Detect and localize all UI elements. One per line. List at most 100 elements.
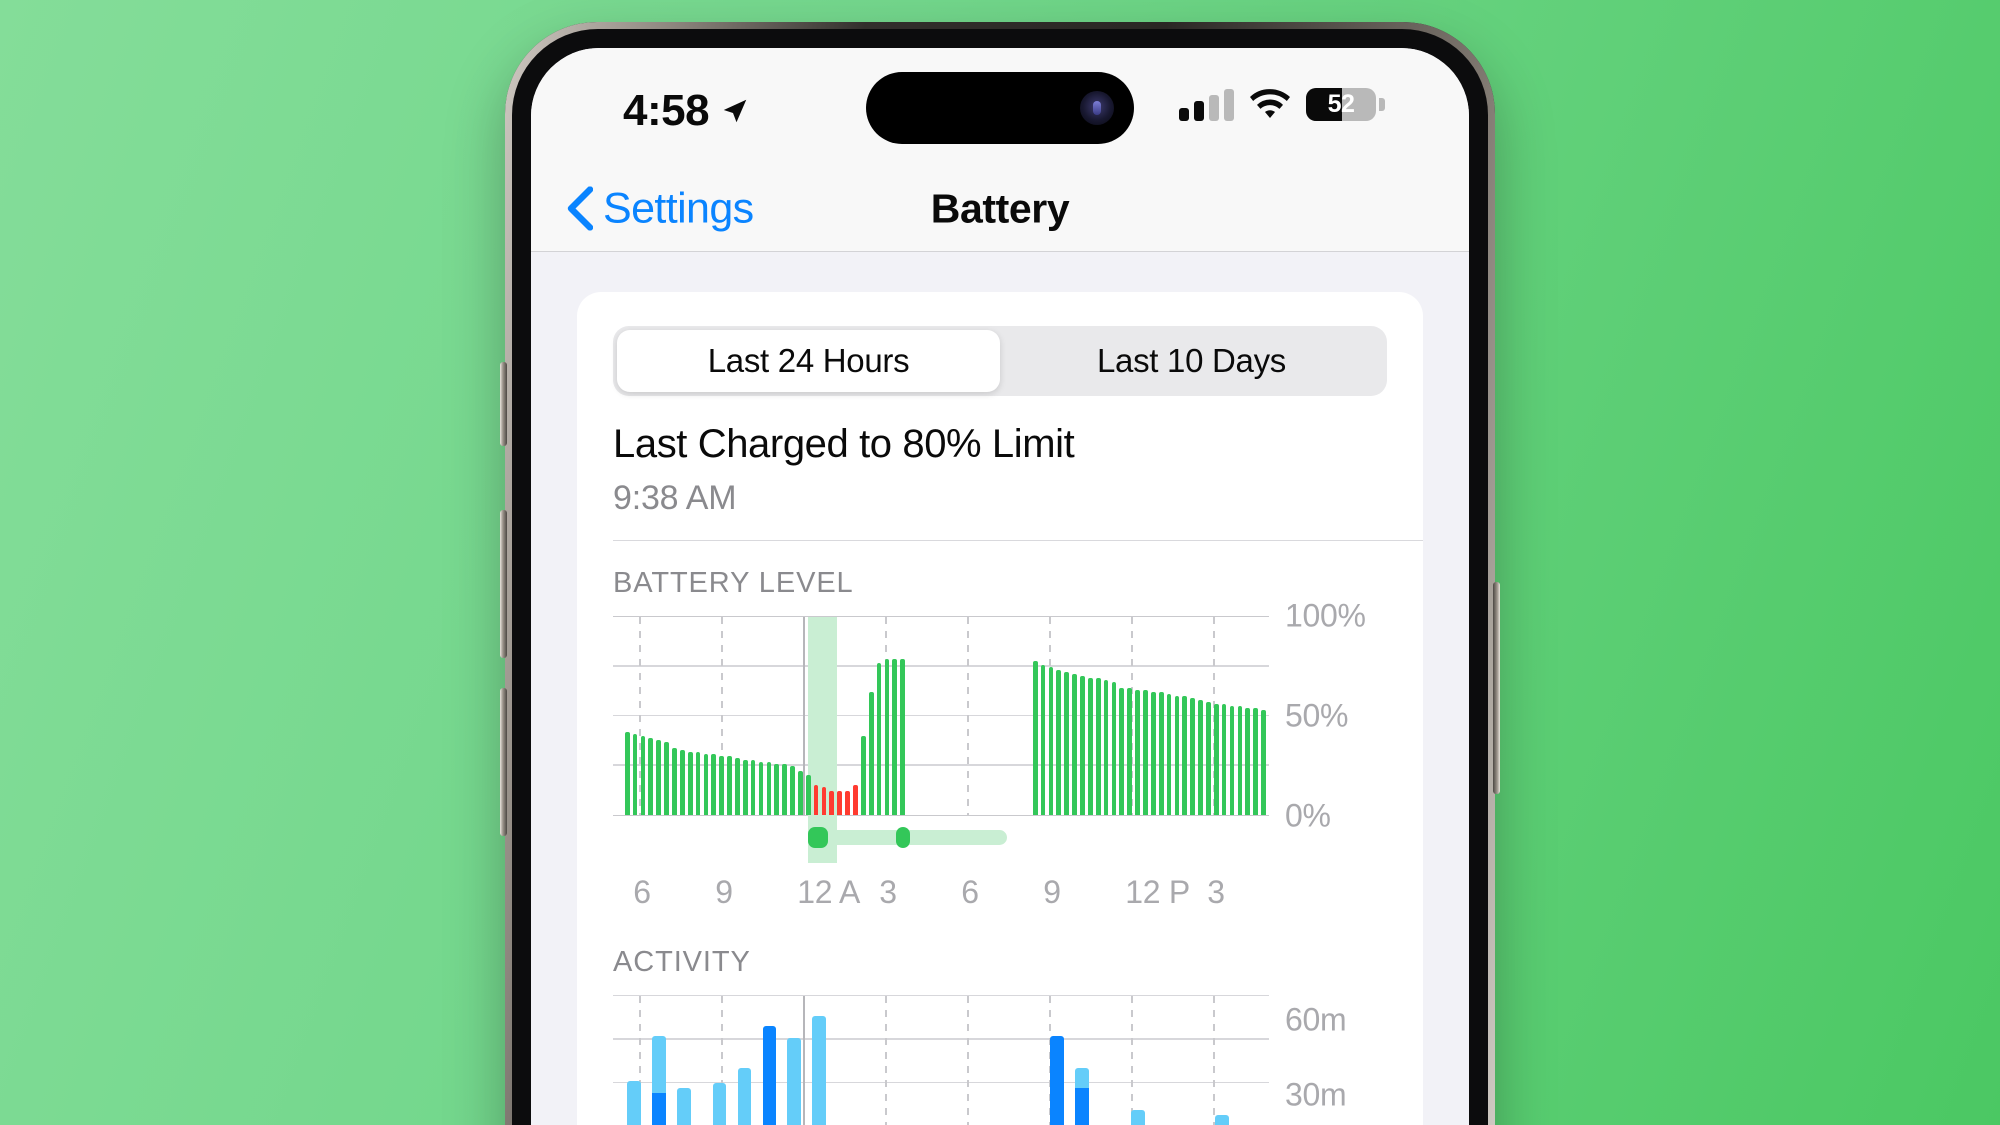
page-title: Battery: [930, 185, 1070, 231]
battery-level-bar: [687, 751, 693, 815]
battery-level-bar: [821, 787, 827, 815]
battery-level-bar: [884, 658, 890, 815]
action-button[interactable]: [500, 362, 507, 446]
y-axis-tick-label: 30m: [1285, 1076, 1347, 1113]
battery-level-bar: [750, 759, 756, 815]
battery-card: Last 24 Hours Last 10 Days Last Charged …: [577, 292, 1423, 1125]
y-axis-tick-label: 0%: [1285, 797, 1331, 834]
gridline-vertical: [803, 617, 805, 815]
activity-bar: [1074, 1068, 1089, 1125]
battery-level-bar: [672, 747, 677, 815]
activity-screen-off-segment: [787, 1038, 802, 1125]
battery-level-bar: [1190, 698, 1195, 815]
battery-level-bar: [1166, 694, 1172, 815]
y-axis-tick-label: 50%: [1285, 697, 1349, 734]
activity-plot: [613, 994, 1269, 1125]
tab-last-10-days[interactable]: Last 10 Days: [1000, 330, 1383, 392]
battery-level-bar: [1229, 706, 1235, 815]
activity-bar: [1131, 1110, 1145, 1125]
battery-level-bar: [758, 761, 764, 815]
battery-level-bar: [1111, 682, 1117, 815]
battery-level-bar: [1080, 676, 1085, 815]
last-charged-title: Last Charged to 80% Limit: [613, 422, 1075, 466]
battery-level-bar: [805, 775, 811, 815]
activity-screen-on-segment: [652, 1092, 667, 1125]
battery-level-bar: [1087, 678, 1093, 815]
power-button[interactable]: [1493, 582, 1500, 794]
cellular-signal-icon: [1179, 88, 1234, 121]
gridline-vertical: [1213, 996, 1216, 1125]
battery-level-bar: [782, 763, 787, 815]
battery-level-bar: [679, 749, 685, 815]
activity-screen-on-segment: [1074, 1087, 1089, 1125]
activity-bar: [1049, 1035, 1064, 1125]
activity-screen-on-segment: [762, 1025, 777, 1125]
last-charged-time: 9:38 AM: [613, 479, 737, 517]
battery-level-bar: [1174, 696, 1180, 815]
battery-level-bar: [1150, 692, 1156, 815]
charging-marker: [896, 827, 910, 848]
battery-level-bar: [900, 658, 906, 815]
battery-level-bar: [1198, 700, 1203, 815]
gridline-horizontal: [613, 994, 1269, 996]
activity-y-axis: 60m 30m: [1269, 995, 1387, 1125]
battery-level-bar: [1127, 688, 1133, 815]
x-axis-tick-label: 9: [715, 874, 733, 910]
battery-level-bar: [1182, 696, 1188, 815]
activity-screen-off-segment: [1131, 1110, 1145, 1125]
battery-level-bar: [813, 785, 819, 815]
range-segmented-control[interactable]: Last 24 Hours Last 10 Days: [613, 326, 1387, 396]
battery-level-bar: [695, 751, 701, 815]
activity-screen-off-segment: [812, 1015, 827, 1125]
activity-bar: [712, 1083, 727, 1125]
battery-level-bar: [727, 755, 732, 815]
gridline-horizontal: [613, 665, 1269, 667]
battery-level-bar: [742, 759, 748, 815]
activity-screen-off-segment: [677, 1087, 692, 1125]
battery-level-bar: [656, 739, 661, 815]
activity-bar: [677, 1087, 692, 1125]
battery-level-bar: [719, 755, 724, 815]
battery-level-bar: [1095, 678, 1101, 815]
navigation-bar: Settings Battery: [531, 166, 1469, 252]
battery-level-bar: [766, 761, 772, 815]
battery-level-bar: [853, 785, 858, 815]
wifi-icon: [1250, 88, 1290, 118]
activity-bar: [737, 1068, 752, 1125]
battery-level-plot: [613, 616, 1269, 863]
activity-bar: [762, 1025, 777, 1125]
status-clock: 4:58: [623, 86, 750, 136]
activity-screen-off-segment: [627, 1080, 642, 1125]
battery-level-x-axis: 6 9 12 A 3 6 9 12 P 3: [613, 862, 1269, 920]
volume-down-button[interactable]: [500, 688, 507, 836]
battery-level-bar: [632, 733, 638, 815]
charging-track: [613, 816, 1269, 862]
x-axis-tick-label: 12 A: [797, 874, 861, 910]
battery-tip: [1379, 98, 1385, 111]
volume-up-button[interactable]: [500, 510, 507, 658]
gridline-vertical: [967, 617, 970, 815]
gridline-vertical: [1131, 996, 1134, 1125]
activity-bar: [1215, 1115, 1229, 1125]
battery-level-bar: [1213, 704, 1219, 815]
dynamic-island[interactable]: [866, 72, 1134, 144]
battery-level-bar: [1206, 702, 1211, 815]
activity-screen-on-segment: [1049, 1035, 1064, 1125]
y-axis-tick-label: 100%: [1285, 597, 1366, 634]
battery-level-bar: [829, 791, 835, 815]
back-button[interactable]: Settings: [567, 184, 754, 233]
battery-level-bar: [664, 741, 669, 815]
activity-section: ACTIVITY 60m 30m: [577, 920, 1423, 1125]
back-button-label: Settings: [603, 184, 754, 232]
gridline-horizontal: [613, 1081, 1269, 1083]
battery-level-bar: [1032, 660, 1038, 815]
clock-time: 4:58: [623, 86, 710, 135]
x-axis-tick-label: 3: [1207, 874, 1225, 910]
tab-last-24-hours[interactable]: Last 24 Hours: [617, 330, 1000, 392]
activity-bar: [627, 1080, 642, 1125]
activity-label: ACTIVITY: [613, 946, 751, 978]
battery-level-bar: [797, 771, 803, 815]
battery-level-bar: [1072, 674, 1077, 815]
activity-screen-off-segment: [1215, 1115, 1229, 1125]
battery-level-bar: [1253, 708, 1258, 815]
